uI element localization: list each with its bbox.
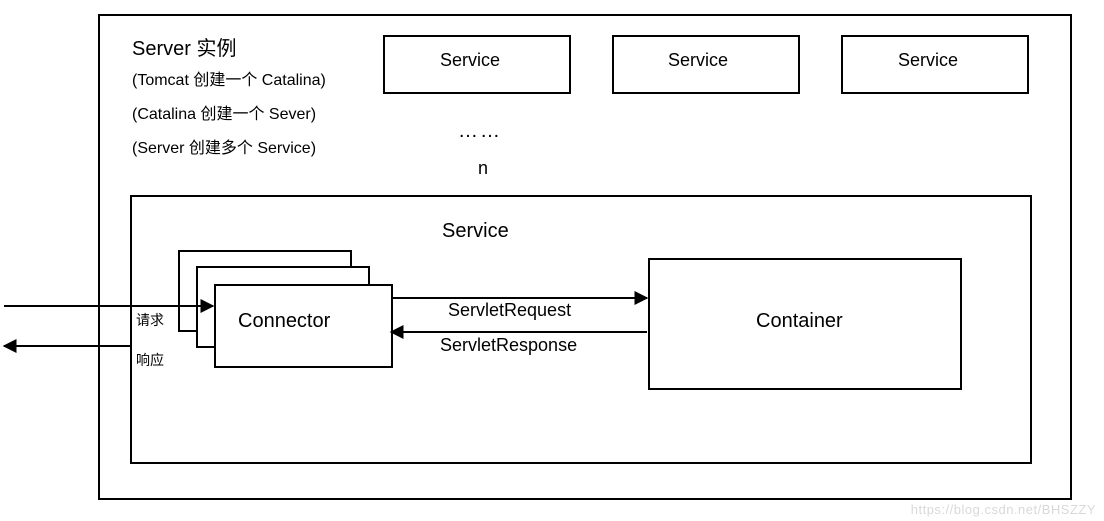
service-box-title: Service bbox=[442, 220, 509, 243]
request-label: 请求 bbox=[136, 310, 164, 330]
connector-label: Connector bbox=[238, 310, 330, 333]
server-note-2: (Catalina 创建一个 Sever) bbox=[132, 100, 316, 124]
server-title: Server 实例 bbox=[132, 32, 236, 61]
server-note-3: (Server 创建多个 Service) bbox=[132, 134, 316, 158]
top-services-n: n bbox=[478, 158, 488, 179]
response-label: 响应 bbox=[136, 350, 164, 370]
top-services-ellipsis: …… bbox=[458, 120, 502, 143]
top-service-a-label: Service bbox=[440, 50, 500, 71]
top-service-b-label: Service bbox=[668, 50, 728, 71]
servlet-response-label: ServletResponse bbox=[440, 335, 577, 356]
watermark: https://blog.csdn.net/BHSZZY bbox=[911, 502, 1096, 517]
top-service-c-label: Service bbox=[898, 50, 958, 71]
servlet-request-label: ServletRequest bbox=[448, 300, 571, 321]
server-note-1: (Tomcat 创建一个 Catalina) bbox=[132, 66, 326, 90]
container-label: Container bbox=[756, 310, 843, 333]
